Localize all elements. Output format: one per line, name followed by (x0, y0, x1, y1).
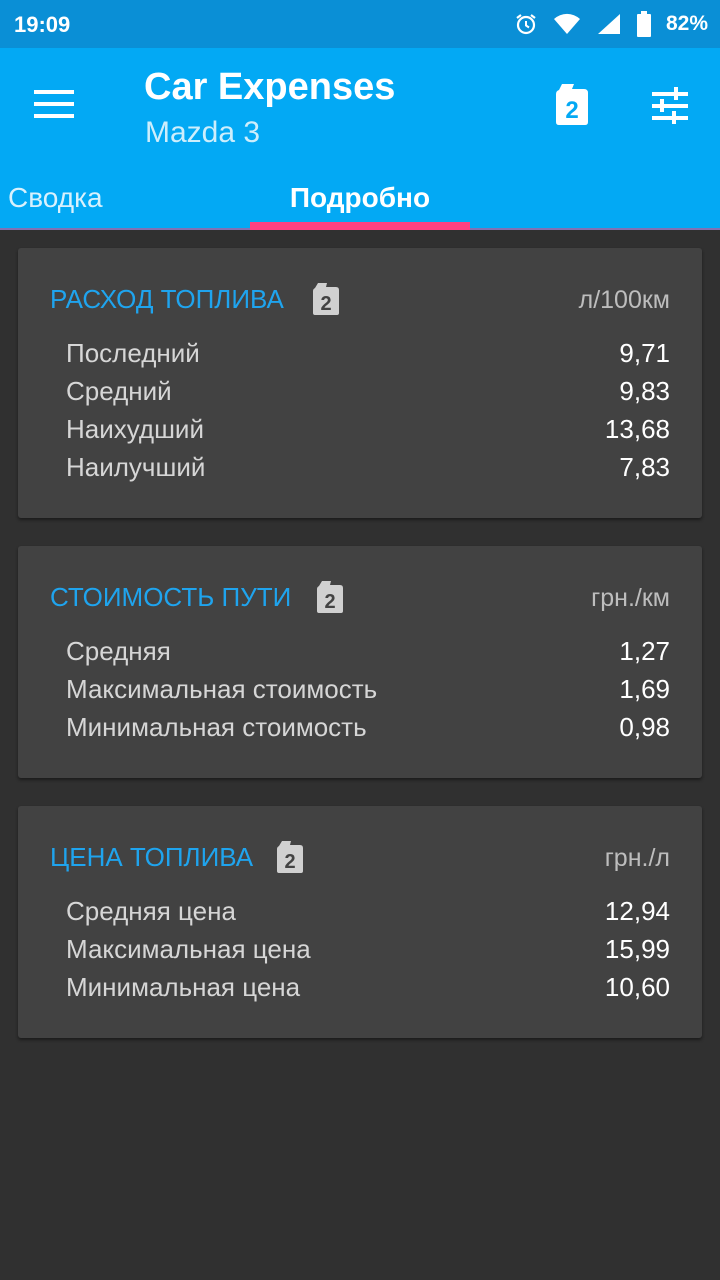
status-time: 19:09 (14, 12, 71, 37)
fuel-canister-icon: 2 (313, 283, 339, 315)
stat-row: Наихудший 13,68 (66, 414, 670, 444)
fuel-badge-number: 2 (565, 97, 578, 124)
status-bar: 19:09 82% (0, 0, 720, 48)
signal-icon (597, 14, 620, 34)
fuel-select-button[interactable]: 2 (554, 82, 598, 128)
stat-row: Средняя 1,27 (66, 636, 670, 666)
car-name: Mazda 3 (145, 116, 261, 149)
svg-text:2: 2 (284, 851, 295, 873)
fuel-canister-icon: 2 (317, 581, 343, 613)
menu-icon (34, 90, 74, 94)
fuel-canister-icon: 2 (277, 841, 303, 873)
fuel-consumption-card: РАСХОД ТОПЛИВА 2 л/100км Последний 9,71 … (18, 248, 702, 518)
status-icons: 82% (514, 10, 708, 38)
battery-icon (636, 11, 651, 37)
stat-row: Последний 9,71 (66, 338, 670, 368)
stat-row: Максимальная цена 15,99 (66, 934, 670, 964)
trip-cost-card: СТОИМОСТЬ ПУТИ 2 грн./км Средняя 1,27 Ма… (18, 546, 702, 778)
stat-row: Средняя цена 12,94 (66, 896, 670, 926)
alarm-icon (516, 14, 536, 35)
stat-row: Минимальная цена 10,60 (66, 972, 670, 1002)
app-title: Car Expenses (144, 66, 396, 108)
fuel-canister-icon: 2 (556, 84, 588, 125)
filter-settings-button[interactable] (650, 86, 694, 126)
tune-icon (652, 87, 688, 124)
card-unit: грн./л (604, 844, 670, 872)
svg-text:2: 2 (324, 591, 335, 613)
card-title: ЦЕНА ТОПЛИВА (50, 842, 254, 872)
battery-percent: 82% (665, 12, 708, 35)
wifi-icon (553, 13, 580, 34)
card-title: СТОИМОСТЬ ПУТИ (50, 582, 292, 612)
card-unit: л/100км (578, 286, 670, 314)
card-title: РАСХОД ТОПЛИВА (50, 284, 284, 314)
fuel-price-card: ЦЕНА ТОПЛИВА 2 грн./л Средняя цена 12,94… (18, 806, 702, 1038)
stat-row: Наилучший 7,83 (66, 452, 670, 482)
stat-row: Средний 9,83 (66, 376, 670, 406)
menu-button[interactable] (34, 88, 78, 120)
stat-row: Максимальная стоимость 1,69 (66, 674, 670, 704)
tab-indicator (250, 222, 470, 230)
card-unit: грн./км (591, 584, 670, 612)
tab-summary[interactable]: Сводка (8, 182, 103, 230)
svg-text:2: 2 (320, 293, 331, 315)
stat-row: Минимальная стоимость 0,98 (66, 712, 670, 742)
app-bar: Car Expenses Mazda 3 2 Сводка Подробно (0, 48, 720, 230)
